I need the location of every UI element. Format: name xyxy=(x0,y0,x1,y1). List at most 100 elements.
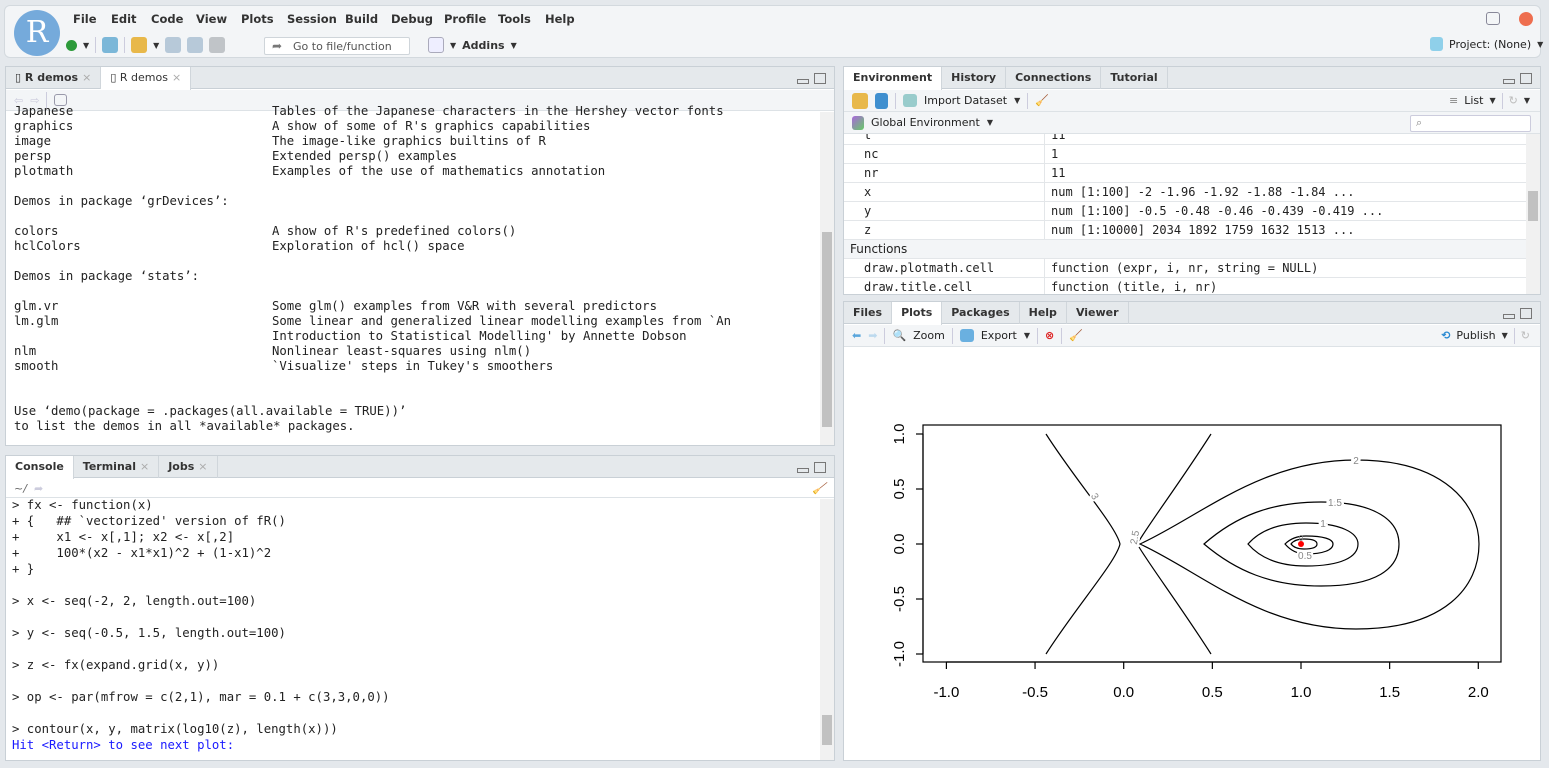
addins-menu[interactable]: Addins xyxy=(462,39,504,52)
scrollbar[interactable] xyxy=(1526,134,1540,294)
chevron-down-icon[interactable]: ▼ xyxy=(1537,40,1543,49)
env-name: draw.plotmath.cell xyxy=(864,261,995,275)
chevron-down-icon[interactable]: ▼ xyxy=(1524,96,1530,105)
scrollbar[interactable] xyxy=(820,112,834,445)
close-icon[interactable]: × xyxy=(198,460,207,473)
chevron-down-icon[interactable]: ▼ xyxy=(1502,331,1508,340)
broom-icon[interactable]: 🧹 xyxy=(812,482,826,495)
new-project-icon[interactable] xyxy=(102,37,119,53)
print-icon[interactable] xyxy=(209,37,226,53)
tab-terminal[interactable]: Terminal × xyxy=(74,456,160,478)
project-menu[interactable]: Project: (None) xyxy=(1449,38,1531,51)
tab-r-demos-1[interactable]: ▯ R demos × xyxy=(6,67,102,89)
chevron-down-icon[interactable]: ▼ xyxy=(450,41,456,50)
previous-plot-icon[interactable]: ⬅ xyxy=(852,329,861,342)
close-icon[interactable]: × xyxy=(172,71,181,84)
tab-packages[interactable]: Packages xyxy=(942,302,1020,324)
scrollbar[interactable] xyxy=(820,499,834,760)
broom-icon[interactable]: 🧹 xyxy=(1069,329,1083,342)
tab-connections[interactable]: Connections xyxy=(1006,67,1102,89)
tab-plots[interactable]: Plots xyxy=(892,302,943,325)
env-row[interactable]: y num [1:100] -0.5 -0.48 -0.46 -0.439 -0.… xyxy=(844,202,1526,221)
minimize-icon[interactable] xyxy=(797,79,809,84)
save-all-icon[interactable] xyxy=(187,37,204,53)
refresh-icon[interactable]: ↻ xyxy=(1509,94,1518,107)
env-row[interactable]: x num [1:100] -2 -1.96 -1.92 -1.88 -1.84 … xyxy=(844,183,1526,202)
tab-viewer[interactable]: Viewer xyxy=(1067,302,1129,324)
power-icon[interactable] xyxy=(1519,12,1533,26)
menu-tools[interactable]: Tools xyxy=(498,12,531,26)
close-icon[interactable]: × xyxy=(82,71,91,84)
tab-history[interactable]: History xyxy=(942,67,1007,89)
tab-r-demos-2[interactable]: ▯ R demos × xyxy=(101,67,192,90)
next-plot-icon[interactable]: ➡ xyxy=(868,329,877,342)
minimize-icon[interactable] xyxy=(1503,79,1515,84)
export-menu[interactable]: Export xyxy=(981,329,1017,342)
console-output[interactable]: > fx <- function(x) + { ## `vectorized' v… xyxy=(12,497,818,760)
menu-help[interactable]: Help xyxy=(545,12,575,26)
tab-tutorial[interactable]: Tutorial xyxy=(1101,67,1168,89)
menu-edit[interactable]: Edit xyxy=(111,12,137,26)
env-row[interactable]: draw.title.cell function (title, i, nr) xyxy=(844,278,1526,294)
chevron-down-icon[interactable]: ▼ xyxy=(1489,96,1495,105)
tab-console[interactable]: Console xyxy=(6,456,74,479)
maximize-icon[interactable] xyxy=(814,73,826,84)
maximize-icon[interactable] xyxy=(814,462,826,473)
menu-debug[interactable]: Debug xyxy=(391,12,433,26)
tab-jobs[interactable]: Jobs × xyxy=(159,456,218,478)
menu-file[interactable]: File xyxy=(73,12,97,26)
menu-session[interactable]: Session xyxy=(287,12,337,26)
broom-icon[interactable]: 🧹 xyxy=(1035,94,1049,107)
env-row[interactable]: draw.plotmath.cell function (expr, i, nr,… xyxy=(844,259,1526,278)
save-icon[interactable] xyxy=(165,37,182,53)
working-directory[interactable]: ~/ xyxy=(14,482,27,495)
env-row[interactable]: z num [1:10000] 2034 1892 1759 1632 1513 … xyxy=(844,221,1526,240)
tab-environment[interactable]: Environment xyxy=(844,67,943,90)
demo-description: Some glm() examples from V&R with severa… xyxy=(272,299,657,313)
contour-label: 1 xyxy=(1320,519,1326,530)
remove-plot-icon[interactable]: ⊗ xyxy=(1045,329,1054,342)
chevron-down-icon[interactable]: ▼ xyxy=(83,41,89,50)
env-row[interactable]: t 11 xyxy=(844,134,1526,145)
help-line: Demos in package ‘grDevices’: xyxy=(14,194,818,209)
chevron-down-icon[interactable]: ▼ xyxy=(153,41,159,50)
import-dataset-button[interactable]: Import Dataset xyxy=(924,94,1007,107)
help-line: colors A show of R's predefined colors() xyxy=(14,224,818,239)
chevron-down-icon[interactable]: ▼ xyxy=(1024,331,1030,340)
tab-help[interactable]: Help xyxy=(1020,302,1067,324)
x-tick-label: -1.0 xyxy=(933,684,959,701)
maximize-icon[interactable] xyxy=(1520,308,1532,319)
environment-search-input[interactable]: ⌕ xyxy=(1410,115,1531,132)
view-mode-menu[interactable]: List xyxy=(1464,94,1483,107)
env-row[interactable]: nc 1 xyxy=(844,145,1526,164)
menu-plots[interactable]: Plots xyxy=(241,12,274,26)
help-line: plotmath Examples of the use of mathemati… xyxy=(14,164,818,179)
publish-button[interactable]: Publish xyxy=(1456,329,1495,342)
logout-icon[interactable] xyxy=(1486,12,1500,25)
save-icon[interactable] xyxy=(875,92,888,109)
go-to-file-input[interactable]: Go to file/function xyxy=(264,37,410,55)
env-row[interactable]: nr 11 xyxy=(844,164,1526,183)
tab-files[interactable]: Files xyxy=(844,302,893,324)
menu-code[interactable]: Code xyxy=(151,12,183,26)
chevron-down-icon[interactable]: ▼ xyxy=(987,118,993,127)
maximize-icon[interactable] xyxy=(1520,73,1532,84)
menu-build[interactable]: Build xyxy=(345,12,378,26)
y-tick-label: 0.0 xyxy=(891,534,908,555)
x-tick-label: 1.0 xyxy=(1291,684,1312,701)
grid-layout-icon[interactable] xyxy=(428,37,444,53)
chevron-down-icon[interactable]: ▼ xyxy=(1014,96,1020,105)
menu-profile[interactable]: Profile xyxy=(444,12,486,26)
minimize-icon[interactable] xyxy=(1503,314,1515,319)
arrow-right-icon[interactable]: ➦ xyxy=(34,482,43,495)
load-workspace-icon[interactable] xyxy=(852,92,868,109)
environment-scope-menu[interactable]: Global Environment xyxy=(871,116,980,129)
close-icon[interactable]: × xyxy=(140,460,149,473)
new-file-icon[interactable] xyxy=(66,39,77,51)
refresh-icon[interactable]: ↻ xyxy=(1521,329,1530,342)
menu-view[interactable]: View xyxy=(196,12,227,26)
help-line xyxy=(14,389,818,404)
minimize-icon[interactable] xyxy=(797,468,809,473)
zoom-button[interactable]: Zoom xyxy=(913,329,945,342)
open-folder-icon[interactable] xyxy=(131,37,148,53)
